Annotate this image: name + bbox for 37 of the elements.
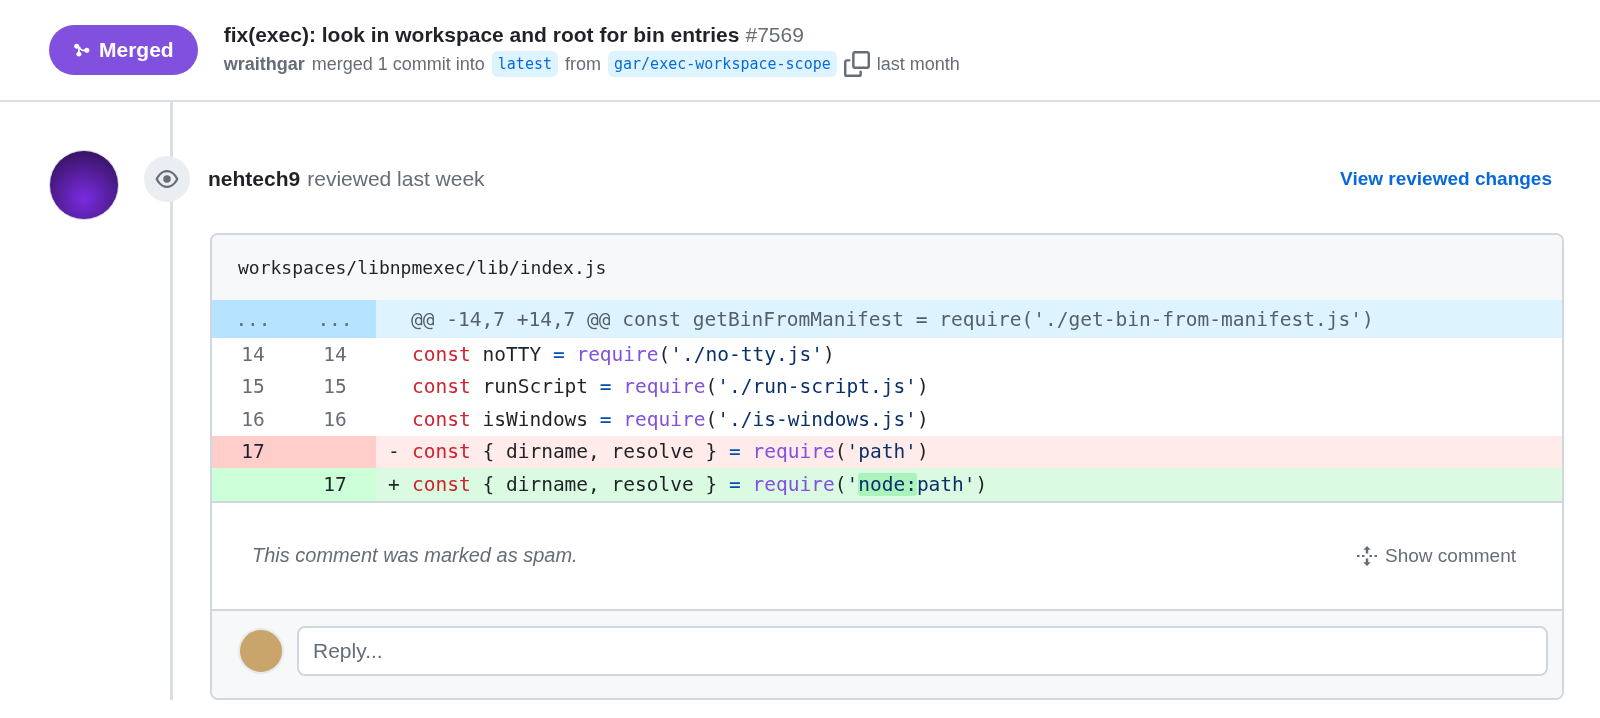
code-line: + const { dirname, resolve } = require('node:path') [387, 472, 989, 496]
spam-notice: This comment was marked as spam. [252, 544, 578, 567]
old-line-number: 17 [212, 435, 294, 468]
code-line: const runScript = require('./run-script.js') [411, 375, 930, 399]
from-label: from [565, 53, 601, 75]
pr-title: fix(exec): look in workspace and root for bin entries [223, 23, 740, 47]
code-line: - const { dirname, resolve } = require('path') [387, 440, 930, 464]
base-branch[interactable]: latest [491, 51, 558, 77]
copy-icon[interactable] [843, 51, 870, 77]
old-line-number: 16 [240, 406, 266, 433]
code-line: const noTTY = require('./no-tty.js') [411, 342, 836, 366]
merged-status-badge: Merged [49, 25, 198, 75]
code-line: const isWindows = require('./is-windows.js') [411, 407, 930, 431]
old-line-number: ... [212, 300, 294, 338]
view-changes-link[interactable]: View reviewed changes [1340, 168, 1552, 190]
review-time: reviewed last week [307, 167, 486, 191]
old-line-number: 14 [240, 341, 266, 368]
author-name[interactable]: wraithgar [223, 53, 305, 75]
new-line-number: 16 [322, 406, 348, 433]
eye-icon [155, 167, 179, 191]
new-line-number: 15 [322, 374, 348, 401]
file-path[interactable]: workspaces/libnpmexec/lib/index.js [238, 257, 607, 278]
merge-icon [73, 41, 91, 59]
reply-field[interactable]: Reply... [297, 625, 1548, 676]
show-comment-button[interactable]: Show comment [1351, 542, 1522, 569]
old-line-number: 15 [240, 374, 266, 401]
new-line-number: ... [294, 300, 376, 338]
new-line-number: 17 [294, 468, 376, 501]
pr-number: #7569 [745, 23, 804, 47]
user-avatar [238, 627, 284, 674]
merge-description: merged 1 commit into [311, 53, 485, 75]
head-branch[interactable]: gar/exec-workspace-scope [608, 51, 837, 77]
unfold-icon [1357, 543, 1378, 568]
merge-time: last month [876, 53, 960, 75]
new-line-number: 14 [322, 341, 348, 368]
code-line: @@ -14,7 +14,7 @@ const getBinFromManifest = require('./get-bin-from-manifest.js') [410, 307, 1375, 331]
reviewer-name[interactable]: nehtech9 [208, 167, 301, 191]
